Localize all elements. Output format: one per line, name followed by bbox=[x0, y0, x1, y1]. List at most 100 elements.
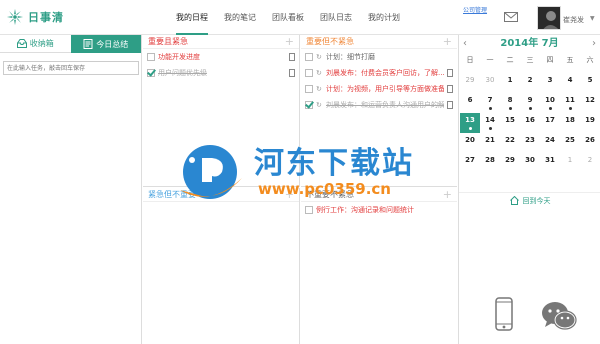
calendar-weekday: 二 bbox=[506, 56, 514, 64]
calendar-day-number: 1 bbox=[507, 76, 513, 84]
calendar-day[interactable]: 3 bbox=[540, 73, 560, 93]
task-item[interactable]: 功能开发进度 bbox=[143, 49, 299, 65]
task-checkbox[interactable] bbox=[305, 101, 313, 109]
task-text: 刘晨发布：付费会员客户回访，了解... bbox=[326, 69, 444, 77]
chevron-down-icon[interactable]: ▼ bbox=[590, 15, 595, 22]
task-text: 刘晨发布：和运营负责人沟通用户的解决... bbox=[326, 101, 444, 109]
calendar-day[interactable]: 29 bbox=[500, 153, 520, 173]
task-item[interactable]: ↻ 计划：为视频，用户引导等方面做准备 bbox=[301, 81, 457, 97]
task-text: 功能开发进度 bbox=[158, 53, 200, 61]
nav-team-board[interactable]: 团队看板 bbox=[264, 0, 312, 35]
wechat-icon[interactable] bbox=[541, 301, 577, 331]
phone-icon[interactable] bbox=[495, 297, 513, 331]
calendar-day[interactable]: 18 bbox=[560, 113, 580, 133]
note-icon[interactable] bbox=[447, 69, 453, 77]
quadrant-title-text: 重要但不紧急 bbox=[306, 37, 354, 46]
calendar-day[interactable]: 6 bbox=[460, 93, 480, 113]
calendar-day[interactable]: 16 bbox=[520, 113, 540, 133]
task-item[interactable]: ↻ 计划：细节打磨 bbox=[301, 49, 457, 65]
task-item[interactable]: ↻ 刘晨发布：和运营负责人沟通用户的解决... bbox=[301, 97, 457, 113]
left-panel: 收纳箱 今日总结 bbox=[0, 35, 142, 344]
calendar-day[interactable]: 27 bbox=[460, 153, 480, 173]
calendar-day[interactable]: 14 bbox=[480, 113, 500, 133]
task-checkbox[interactable] bbox=[305, 85, 313, 93]
add-task-button[interactable]: + bbox=[443, 188, 452, 201]
task-checkbox[interactable] bbox=[305, 53, 313, 61]
tab-inbox[interactable]: 收纳箱 bbox=[0, 35, 71, 53]
calendar-day-number: 20 bbox=[465, 136, 475, 144]
task-input[interactable] bbox=[3, 61, 139, 75]
calendar-day[interactable]: 2 bbox=[580, 153, 600, 173]
task-checkbox[interactable] bbox=[305, 206, 313, 214]
calendar-day-number: 19 bbox=[585, 116, 595, 124]
document-icon bbox=[83, 39, 93, 49]
calendar-day[interactable]: 20 bbox=[460, 133, 480, 153]
calendar-day[interactable]: 8 bbox=[500, 93, 520, 113]
calendar-day-number: 27 bbox=[465, 156, 475, 164]
calendar-day[interactable]: 9 bbox=[520, 93, 540, 113]
calendar-day[interactable]: 5 bbox=[580, 73, 600, 93]
task-item[interactable]: 用户问题优先级 bbox=[143, 65, 299, 81]
back-to-today-button[interactable]: 回到今天 bbox=[459, 192, 600, 208]
calendar-day-number: 30 bbox=[485, 76, 495, 84]
calendar-day[interactable]: 31 bbox=[540, 153, 560, 173]
task-checkbox[interactable] bbox=[147, 53, 155, 61]
calendar-day[interactable]: 7 bbox=[480, 93, 500, 113]
app-logo[interactable]: 日事清 bbox=[6, 8, 64, 26]
note-icon[interactable] bbox=[447, 85, 453, 93]
calendar-day[interactable]: 17 bbox=[540, 113, 560, 133]
mail-icon[interactable] bbox=[504, 12, 518, 22]
calendar-day-number: 17 bbox=[545, 116, 555, 124]
task-dot-icon bbox=[509, 107, 512, 110]
calendar-day[interactable]: 12 bbox=[580, 93, 600, 113]
calendar-day[interactable]: 24 bbox=[540, 133, 560, 153]
task-checkbox[interactable] bbox=[305, 69, 313, 77]
tab-today-summary[interactable]: 今日总结 bbox=[70, 35, 141, 53]
nav-my-plan[interactable]: 我的计划 bbox=[360, 0, 408, 35]
task-item[interactable]: ↻ 刘晨发布：付费会员客户回访，了解... bbox=[301, 65, 457, 81]
calendar-day[interactable]: 4 bbox=[560, 73, 580, 93]
username[interactable]: 崔尧发 bbox=[563, 15, 584, 25]
reminder-icon: ↻ bbox=[316, 85, 322, 93]
add-task-button[interactable]: + bbox=[443, 35, 452, 48]
tab-inbox-label: 收纳箱 bbox=[29, 39, 54, 48]
note-icon[interactable] bbox=[447, 101, 453, 109]
add-task-button[interactable]: + bbox=[285, 35, 294, 48]
calendar-day[interactable]: 19 bbox=[580, 113, 600, 133]
calendar-day[interactable]: 15 bbox=[500, 113, 520, 133]
calendar-day[interactable]: 1 bbox=[500, 73, 520, 93]
calendar-day-number: 7 bbox=[487, 96, 493, 104]
calendar-day-today[interactable]: 13 bbox=[460, 113, 480, 133]
chevron-right-icon[interactable]: › bbox=[592, 35, 596, 53]
calendar-day[interactable]: 21 bbox=[480, 133, 500, 153]
nav-team-log[interactable]: 团队日志 bbox=[312, 0, 360, 35]
calendar-day[interactable]: 28 bbox=[480, 153, 500, 173]
calendar-day[interactable]: 2 bbox=[520, 73, 540, 93]
calendar-day[interactable]: 29 bbox=[460, 73, 480, 93]
nav-my-schedule[interactable]: 我的日程 bbox=[168, 0, 216, 35]
task-checkbox[interactable] bbox=[147, 69, 155, 77]
calendar-weekday: 日 bbox=[466, 56, 474, 64]
calendar-day[interactable]: 11 bbox=[560, 93, 580, 113]
company-admin-link[interactable]: 公司管理 bbox=[463, 5, 487, 14]
calendar-day-number: 13 bbox=[465, 116, 475, 124]
calendar-day[interactable]: 30 bbox=[480, 73, 500, 93]
nav-my-notes[interactable]: 我的笔记 bbox=[216, 0, 264, 35]
note-icon[interactable] bbox=[289, 53, 295, 61]
add-task-button[interactable]: + bbox=[285, 188, 294, 201]
calendar-weekday: 一 bbox=[486, 56, 494, 64]
calendar-day[interactable]: 30 bbox=[520, 153, 540, 173]
chevron-left-icon[interactable]: ‹ bbox=[463, 35, 467, 53]
calendar-day[interactable]: 26 bbox=[580, 133, 600, 153]
calendar-day[interactable]: 23 bbox=[520, 133, 540, 153]
quadrant-title-text: 不重要不紧急 bbox=[306, 190, 354, 199]
calendar-weekday: 五 bbox=[566, 56, 574, 64]
note-icon[interactable] bbox=[289, 69, 295, 77]
calendar-day[interactable]: 10 bbox=[540, 93, 560, 113]
calendar-day[interactable]: 25 bbox=[560, 133, 580, 153]
calendar-day[interactable]: 22 bbox=[500, 133, 520, 153]
avatar-image bbox=[538, 7, 560, 29]
calendar-day[interactable]: 1 bbox=[560, 153, 580, 173]
task-item[interactable]: 例行工作：沟通记录和问题统计 bbox=[301, 202, 457, 218]
avatar[interactable] bbox=[537, 6, 561, 30]
